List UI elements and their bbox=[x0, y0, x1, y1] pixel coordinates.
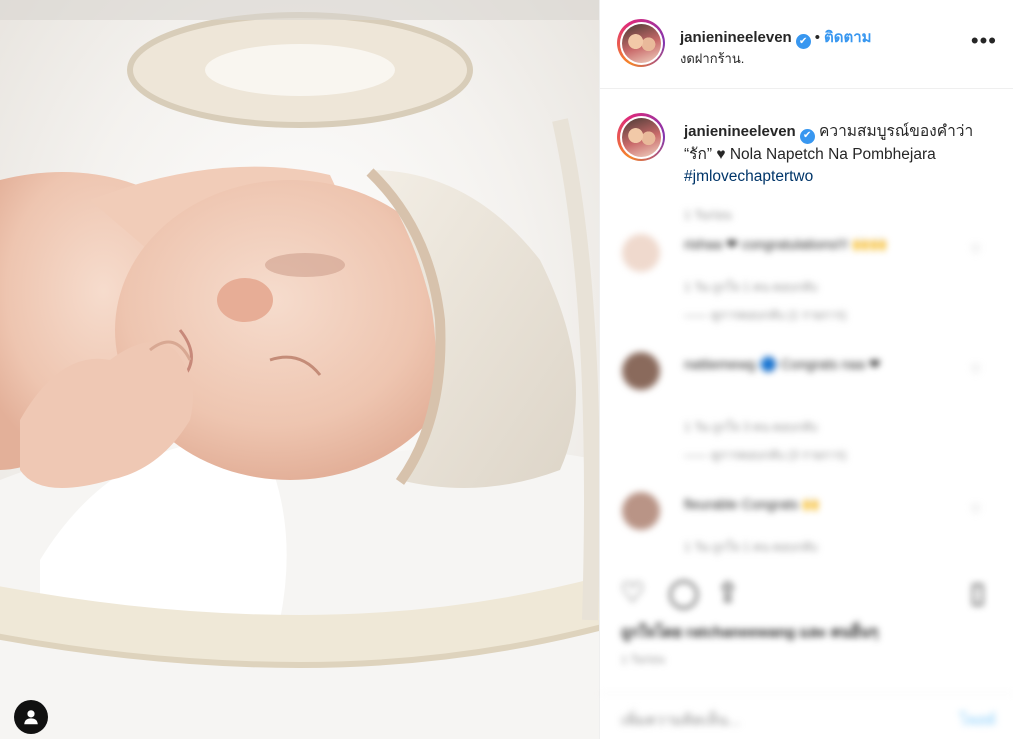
header-user-line: janienineeleven ✔ • ติดตาม bbox=[680, 25, 872, 49]
verified-badge-icon: ✔ bbox=[795, 34, 811, 49]
more-options-icon[interactable]: ••• bbox=[971, 28, 997, 54]
commenter-avatar bbox=[622, 492, 660, 530]
user-tag-button[interactable] bbox=[14, 700, 48, 734]
caption: janienineeleven ✔ ความสมบูรณ์ของคำว่า “รั… bbox=[684, 121, 984, 188]
user-icon bbox=[24, 710, 38, 725]
heart-icon: ♡ bbox=[970, 362, 982, 377]
location-link[interactable]: งดฝากร้าน. bbox=[680, 48, 744, 69]
post-photo[interactable] bbox=[0, 0, 599, 739]
caption-time: 1 วันก่อน bbox=[684, 208, 732, 222]
commenter-avatar bbox=[622, 234, 660, 272]
follow-button[interactable]: ติดตาม bbox=[824, 29, 872, 46]
commenter-avatar bbox=[622, 352, 660, 390]
comment-text: rishaa ❤ congratulations!!! 🙌🙌 bbox=[684, 236, 888, 252]
blurred-comments-area: 1 วันก่อน rishaa ❤ congratulations!!! 🙌🙌… bbox=[600, 196, 1013, 739]
post-side-panel: janienineeleven ✔ • ติดตาม งดฝากร้าน. ••• j… bbox=[599, 0, 1013, 739]
verified-badge-icon: ✔ bbox=[799, 128, 815, 144]
view-replies: —— ดูการตอบกลับ (1 รายการ) bbox=[684, 308, 847, 322]
heart-icon: ♡ bbox=[970, 242, 982, 257]
view-replies: —— ดูการตอบกลับ (3 รายการ) bbox=[684, 448, 847, 462]
avatar[interactable] bbox=[617, 19, 665, 67]
heart-icon: ♡ bbox=[970, 502, 982, 517]
post-header: janienineeleven ✔ • ติดตาม งดฝากร้าน. ••• bbox=[600, 0, 1013, 89]
caption-username[interactable]: janienineeleven bbox=[684, 123, 796, 140]
comment-text: fleurable Congrats 🙌 bbox=[684, 496, 820, 512]
username-link[interactable]: janienineeleven bbox=[680, 29, 792, 46]
caption-avatar[interactable] bbox=[617, 113, 665, 161]
hashtag-link[interactable]: #jmlovechaptertwo bbox=[684, 168, 813, 185]
separator-dot: • bbox=[814, 29, 820, 46]
comment-meta: 1 วัน ถูกใจ 1 คน ตอบกลับ bbox=[684, 540, 818, 554]
comment-meta: 1 วัน ถูกใจ 3 คน ตอบกลับ bbox=[684, 420, 818, 434]
comment-meta: 1 วัน ถูกใจ 1 คน ตอบกลับ bbox=[684, 280, 818, 294]
comment-text: nattiemewg 🔵 Congrats naa ❤ bbox=[684, 356, 881, 372]
newborn-baby-photo bbox=[0, 0, 599, 739]
